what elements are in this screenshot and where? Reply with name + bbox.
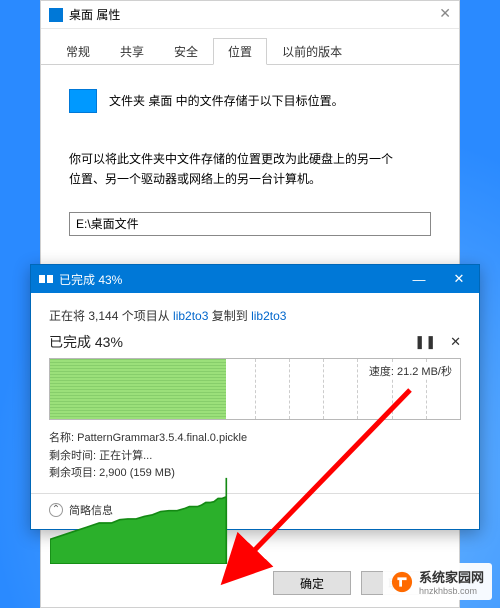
cancel-copy-button[interactable]: ✕ (450, 334, 461, 350)
tab-location[interactable]: 位置 (213, 38, 267, 65)
tab-location-body: 文件夹 桌面 中的文件存储于以下目标位置。 你可以将此文件夹中文件存储的位置更改… (41, 65, 459, 236)
tab-general[interactable]: 常规 (51, 38, 105, 65)
watermark-sub: hnzkhbsb.com (419, 586, 484, 596)
minimize-button[interactable]: — (399, 265, 439, 293)
tab-sharing[interactable]: 共享 (105, 38, 159, 65)
watermark-logo-icon (391, 571, 413, 593)
location-path-input[interactable] (69, 212, 431, 236)
properties-tabs: 常规 共享 安全 位置 以前的版本 (41, 29, 459, 65)
watermark-text: 系统家园网 (419, 567, 484, 586)
copy-icon (39, 274, 53, 284)
close-button[interactable]: ✕ (439, 265, 479, 293)
tab-security[interactable]: 安全 (159, 38, 213, 65)
source-folder-link[interactable]: lib2to3 (173, 309, 208, 323)
desktop-folder-icon (69, 89, 97, 113)
properties-titlebar[interactable]: 桌面 属性 ✕ (41, 1, 459, 29)
progress-title: 已完成 43% (59, 271, 122, 288)
pause-button[interactable]: ❚❚ (414, 334, 436, 350)
progress-percent-text: 已完成 43% (49, 332, 123, 352)
folder-line: 文件夹 桌面 中的文件存储于以下目标位置。 (109, 91, 344, 111)
speed-chart: 速度: 21.2 MB/秒 (49, 358, 461, 420)
progress-titlebar[interactable]: 已完成 43% — ✕ (31, 265, 479, 293)
speed-series (50, 359, 460, 564)
copy-progress-window: 已完成 43% — ✕ 正在将 3,144 个项目从 lib2to3 复制到 l… (30, 264, 480, 530)
close-icon[interactable]: ✕ (439, 5, 451, 22)
description-line-1: 你可以将此文件夹中文件存储的位置更改为此硬盘上的另一个 (69, 149, 431, 169)
copy-status-line: 正在将 3,144 个项目从 lib2to3 复制到 lib2to3 (49, 307, 461, 324)
ok-button[interactable]: 确定 (273, 571, 351, 595)
speed-label: 速度: 21.2 MB/秒 (367, 363, 454, 379)
watermark: 系统家园网 hnzkhbsb.com (383, 563, 492, 600)
description-line-2: 位置、另一个驱动器或网络上的另一台计算机。 (69, 169, 431, 189)
properties-title: 桌面 属性 (69, 6, 120, 23)
tab-previous[interactable]: 以前的版本 (267, 38, 357, 65)
folder-icon (49, 8, 63, 22)
dest-folder-link[interactable]: lib2to3 (251, 309, 286, 323)
